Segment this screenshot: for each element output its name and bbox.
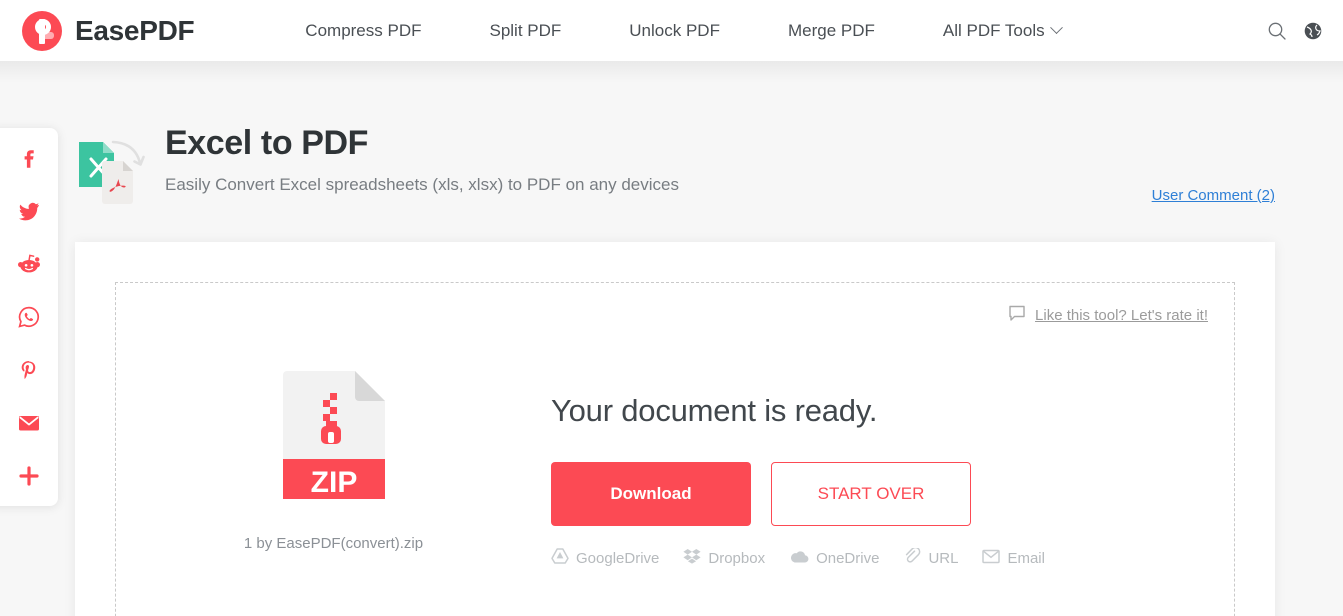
save-target-label: URL — [928, 550, 958, 567]
file-dropzone[interactable]: Like this tool? Let's rate it! — [115, 282, 1235, 616]
reddit-icon[interactable] — [15, 250, 43, 278]
save-to-dropbox-button[interactable]: Dropbox — [683, 548, 765, 568]
nav-item-all-pdf-tools[interactable]: All PDF Tools — [909, 21, 1095, 41]
header-actions — [1267, 0, 1323, 61]
page-subtitle: Easily Convert Excel spreadsheets (xls, … — [165, 175, 679, 195]
search-icon[interactable] — [1267, 21, 1287, 41]
start-over-button[interactable]: START OVER — [771, 462, 971, 526]
save-target-label: OneDrive — [816, 550, 879, 567]
user-comment-link[interactable]: User Comment (2) — [1152, 187, 1275, 204]
save-target-label: GoogleDrive — [576, 550, 659, 567]
main-nav: Compress PDF Split PDF Unlock PDF Merge … — [305, 21, 1094, 41]
rate-tool-label: Like this tool? Let's rate it! — [1035, 307, 1208, 324]
easepdf-logo-icon — [22, 11, 62, 51]
page-title: Excel to PDF — [165, 124, 679, 163]
nav-item-label: Unlock PDF — [629, 21, 720, 41]
facebook-icon[interactable] — [15, 144, 43, 172]
title-block: Excel to PDF Easily Convert Excel spread… — [165, 124, 679, 195]
whatsapp-icon[interactable] — [15, 303, 43, 331]
save-to-email-button[interactable]: Email — [982, 549, 1045, 568]
nav-item-merge-pdf[interactable]: Merge PDF — [754, 21, 909, 41]
nav-item-label: All PDF Tools — [943, 21, 1045, 41]
result-file-name: 1 by EasePDF(convert).zip — [244, 535, 423, 552]
google-drive-icon — [551, 548, 569, 568]
save-to-googledrive-button[interactable]: GoogleDrive — [551, 548, 659, 568]
nav-item-label: Split PDF — [489, 21, 561, 41]
conversion-result: ZIP 1 by EasePDF(convert).zip Your docum… — [116, 363, 1236, 568]
result-file: ZIP 1 by EasePDF(convert).zip — [116, 363, 551, 552]
excel-to-pdf-icon — [75, 128, 159, 212]
link-icon — [903, 548, 921, 568]
save-targets: GoogleDrive Dropbox — [551, 548, 1045, 568]
result-actions: Your document is ready. Download START O… — [551, 363, 1045, 568]
save-to-url-button[interactable]: URL — [903, 548, 958, 568]
page-header: Excel to PDF Easily Convert Excel spread… — [75, 120, 1275, 212]
social-share-sidebar — [0, 128, 58, 506]
plus-icon[interactable] — [15, 462, 43, 490]
status-text: Your document is ready. — [551, 393, 1045, 429]
rate-tool-link[interactable]: Like this tool? Let's rate it! — [1008, 305, 1208, 326]
download-button[interactable]: Download — [551, 462, 751, 526]
dropbox-icon — [683, 548, 701, 568]
nav-item-compress-pdf[interactable]: Compress PDF — [305, 21, 455, 41]
comment-bubble-icon — [1008, 305, 1026, 326]
envelope-icon — [982, 549, 1000, 568]
save-target-label: Email — [1007, 550, 1045, 567]
chevron-down-icon — [1050, 21, 1063, 34]
primary-actions: Download START OVER — [551, 462, 1045, 526]
brand-name: EasePDF — [75, 15, 194, 47]
svg-text:ZIP: ZIP — [310, 466, 357, 499]
brand-logo[interactable]: EasePDF — [22, 11, 194, 51]
nav-item-split-pdf[interactable]: Split PDF — [455, 21, 595, 41]
nav-item-label: Merge PDF — [788, 21, 875, 41]
nav-item-label: Compress PDF — [305, 21, 421, 41]
onedrive-icon — [789, 549, 809, 568]
tool-card: Like this tool? Let's rate it! — [75, 242, 1275, 616]
save-target-label: Dropbox — [708, 550, 765, 567]
email-icon[interactable] — [15, 409, 43, 437]
twitter-icon[interactable] — [15, 197, 43, 225]
pinterest-icon[interactable] — [15, 356, 43, 384]
nav-item-unlock-pdf[interactable]: Unlock PDF — [595, 21, 754, 41]
zip-file-icon: ZIP — [279, 363, 389, 503]
globe-icon[interactable] — [1303, 21, 1323, 41]
site-header: EasePDF Compress PDF Split PDF Unlock PD… — [0, 0, 1343, 61]
save-to-onedrive-button[interactable]: OneDrive — [789, 549, 879, 568]
